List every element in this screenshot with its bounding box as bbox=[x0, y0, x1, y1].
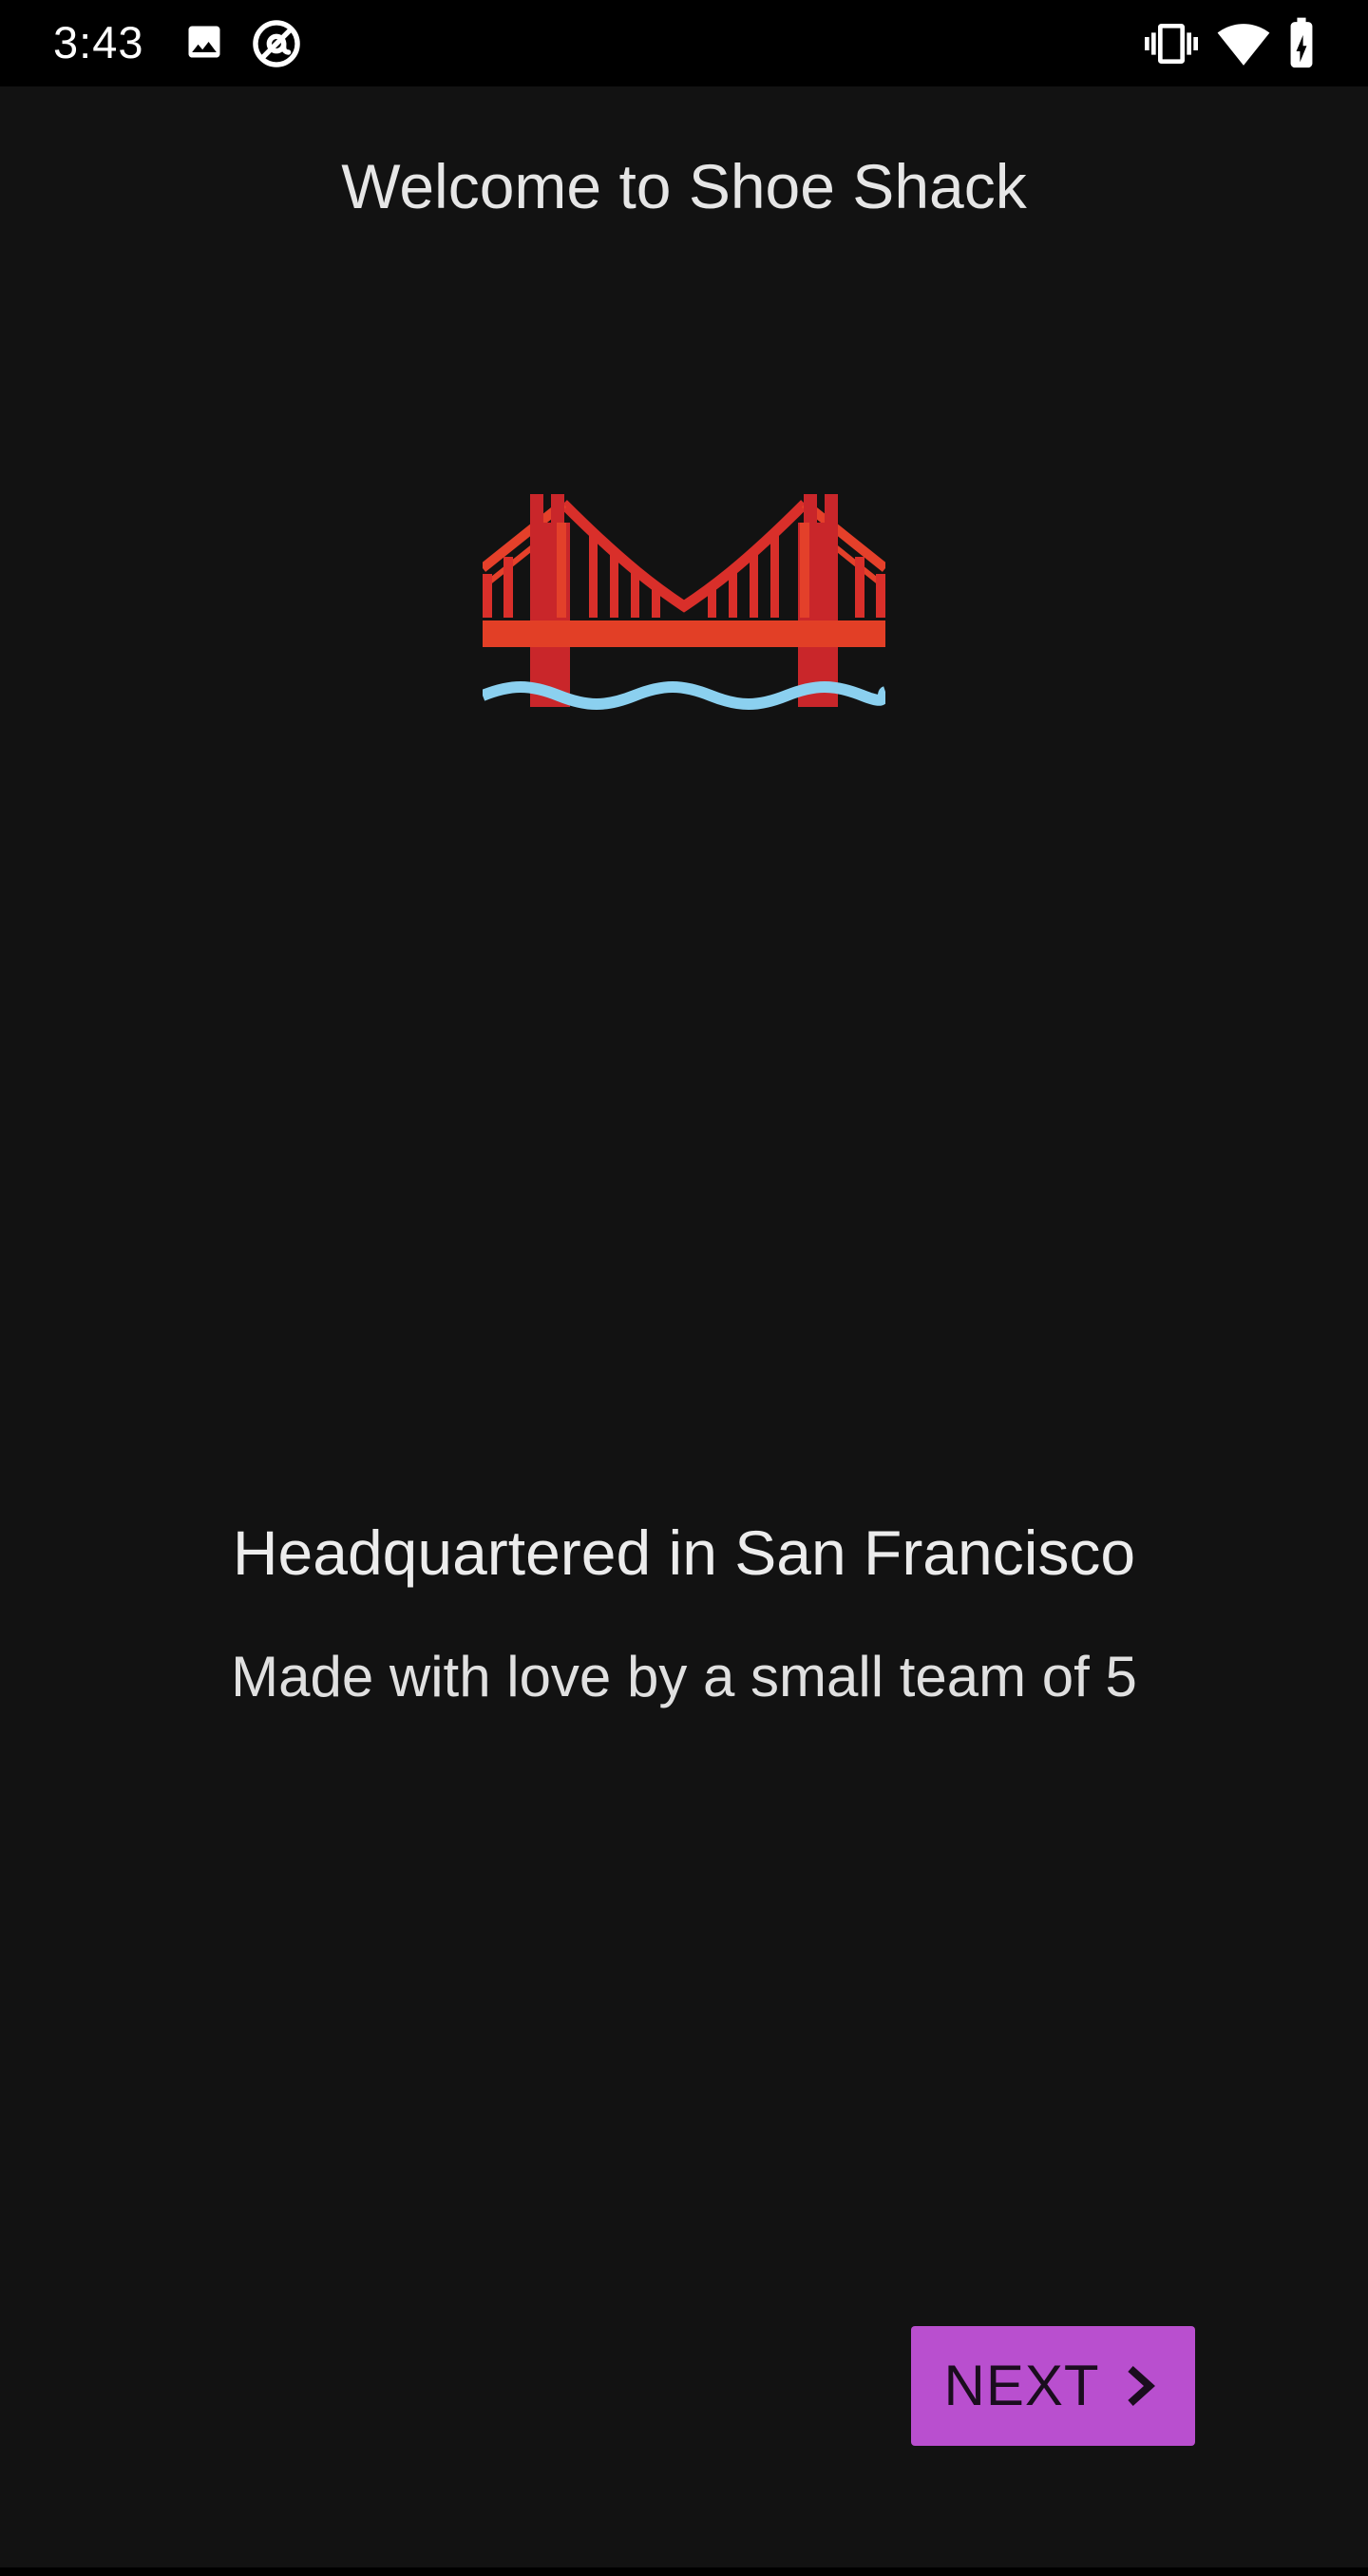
page-title: Welcome to Shoe Shack bbox=[341, 151, 1027, 221]
onboarding-screen: 3:43 Welcome to Shoe Shack Headquartered… bbox=[0, 0, 1368, 2576]
status-bar: 3:43 bbox=[0, 0, 1368, 86]
vibrate-icon bbox=[1145, 24, 1198, 64]
battery-charging-icon bbox=[1290, 17, 1313, 68]
chevron-right-icon bbox=[1127, 2366, 1155, 2406]
image-icon bbox=[188, 26, 220, 58]
next-button[interactable]: NEXT bbox=[911, 2326, 1195, 2446]
headline: Headquartered in San Francisco bbox=[232, 1517, 1136, 1588]
at-icon bbox=[253, 20, 300, 67]
bottom-edge bbox=[0, 2567, 1368, 2576]
next-button-label: NEXT bbox=[943, 2354, 1100, 2417]
subtext: Made with love by a small team of 5 bbox=[231, 1645, 1137, 1708]
golden-gate-bridge-icon bbox=[483, 494, 885, 710]
status-time: 3:43 bbox=[53, 17, 144, 67]
wifi-icon bbox=[1217, 24, 1270, 66]
